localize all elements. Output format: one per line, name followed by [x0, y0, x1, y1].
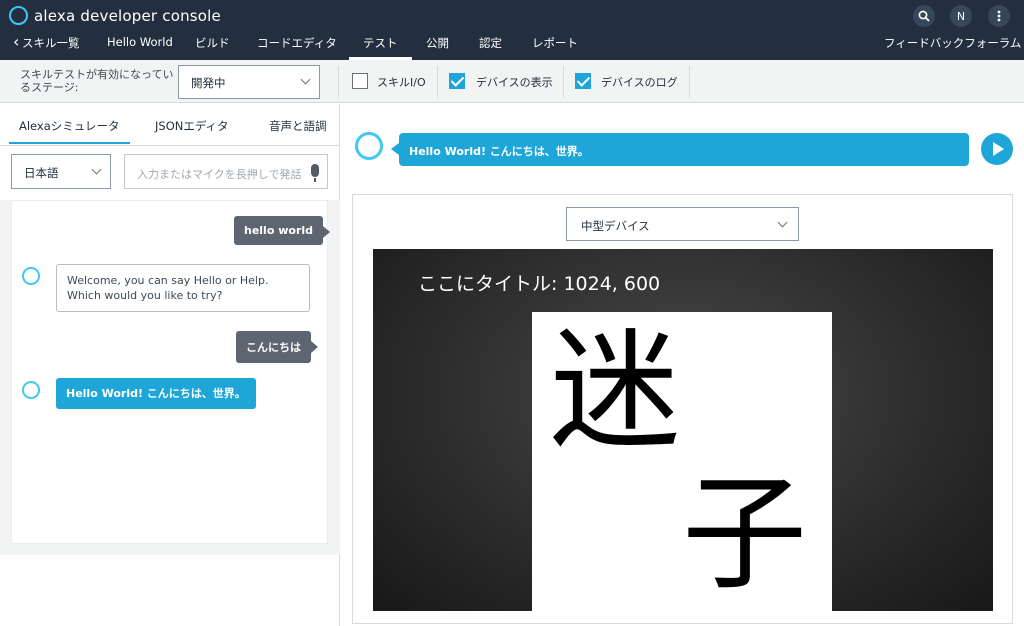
- more-vertical-icon[interactable]: [988, 5, 1010, 27]
- alexa-response: Hello World! こんにちは、世界。: [56, 378, 256, 409]
- device-display-label: デバイスの表示: [476, 76, 553, 89]
- device-display-checkbox[interactable]: [449, 73, 465, 89]
- screen-image: 迷 子: [532, 312, 832, 611]
- nav-item-build[interactable]: ビルド: [195, 35, 230, 51]
- screen-title: ここにタイトル: 1024, 600: [418, 273, 661, 295]
- alexa-ring-icon: [22, 381, 40, 399]
- device-log-checkbox[interactable]: [575, 73, 591, 89]
- nav-item-hello-world[interactable]: Hello World: [107, 35, 173, 49]
- simulator-panel: Alexaシミュレータ JSONエディタ 音声と語調 日本語 入力またはマイクを…: [0, 104, 340, 626]
- conversation-area: hello world Welcome, you can say Hello o…: [11, 200, 331, 544]
- chevron-down-icon: [91, 164, 102, 175]
- stage-select-value: 開発中: [191, 76, 226, 90]
- device-log-label: デバイスのログ: [601, 76, 678, 89]
- chevron-down-icon: [300, 74, 311, 85]
- top-bar: alexa developer console N スキル一覧 Hello Wo…: [0, 0, 1024, 60]
- alexa-ring-icon: [355, 132, 383, 160]
- tab-voice-and-tone[interactable]: 音声と語調: [269, 118, 327, 134]
- chevron-down-icon: [777, 217, 788, 228]
- stage-label: スキルテストが有効になっているステージ:: [20, 68, 174, 94]
- main-nav: スキル一覧 Hello World ビルド コードエディタ テスト 公開 認定 …: [0, 32, 1024, 60]
- device-panel: Hello World! こんにちは、世界。 中型デバイス ここにタイトル: 1…: [341, 104, 1024, 626]
- tabs-divider: [0, 145, 340, 146]
- nav-item-certification[interactable]: 認定: [479, 35, 502, 51]
- response-bubble: Hello World! こんにちは、世界。: [391, 133, 969, 166]
- utterance-input[interactable]: 入力またはマイクを長押しで発話: [124, 154, 328, 189]
- user-utterance: hello world: [234, 216, 331, 245]
- user-utterance: こんにちは: [236, 331, 318, 363]
- image-character: 迷: [550, 315, 681, 467]
- divider: [563, 66, 564, 98]
- skill-io-checkbox[interactable]: [352, 73, 368, 89]
- console-title: alexa developer console: [34, 7, 221, 25]
- nav-back-to-skills[interactable]: スキル一覧: [13, 32, 79, 51]
- utterance-placeholder: 入力またはマイクを長押しで発話: [137, 168, 302, 181]
- image-character: 子: [682, 462, 807, 607]
- microphone-icon[interactable]: [311, 164, 319, 182]
- play-button[interactable]: [981, 133, 1013, 165]
- nav-item-reports[interactable]: レポート: [532, 35, 578, 51]
- alexa-response: Welcome, you can say Hello or Help. Whic…: [56, 264, 310, 312]
- divider: [338, 66, 339, 98]
- nav-item-code-editor[interactable]: コードエディタ: [257, 35, 337, 51]
- stage-select[interactable]: 開発中: [178, 65, 320, 99]
- nav-feedback-forum[interactable]: フィードバックフォーラム: [884, 35, 1021, 51]
- device-display-card: 中型デバイス ここにタイトル: 1024, 600 迷 子: [352, 194, 1013, 624]
- device-screen: ここにタイトル: 1024, 600 迷 子: [373, 249, 993, 611]
- test-stage-bar: スキルテストが有効になっているステージ: 開発中 スキルI/O デバイスの表示 …: [0, 60, 1024, 103]
- device-size-value: 中型デバイス: [581, 219, 650, 233]
- tab-json-editor[interactable]: JSONエディタ: [155, 118, 229, 134]
- skill-io-label: スキルI/O: [377, 76, 426, 89]
- device-size-select[interactable]: 中型デバイス: [566, 207, 799, 241]
- divider: [437, 66, 438, 98]
- search-icon[interactable]: [913, 5, 935, 27]
- nav-item-test[interactable]: テスト: [349, 35, 411, 60]
- user-avatar[interactable]: N: [950, 5, 972, 27]
- language-select-value: 日本語: [24, 166, 59, 180]
- language-select[interactable]: 日本語: [11, 154, 111, 189]
- alexa-logo-icon: [9, 6, 28, 25]
- nav-item-publish[interactable]: 公開: [426, 35, 449, 51]
- alexa-ring-icon: [22, 267, 40, 285]
- divider: [689, 66, 690, 98]
- tab-alexa-simulator[interactable]: Alexaシミュレータ: [9, 118, 130, 144]
